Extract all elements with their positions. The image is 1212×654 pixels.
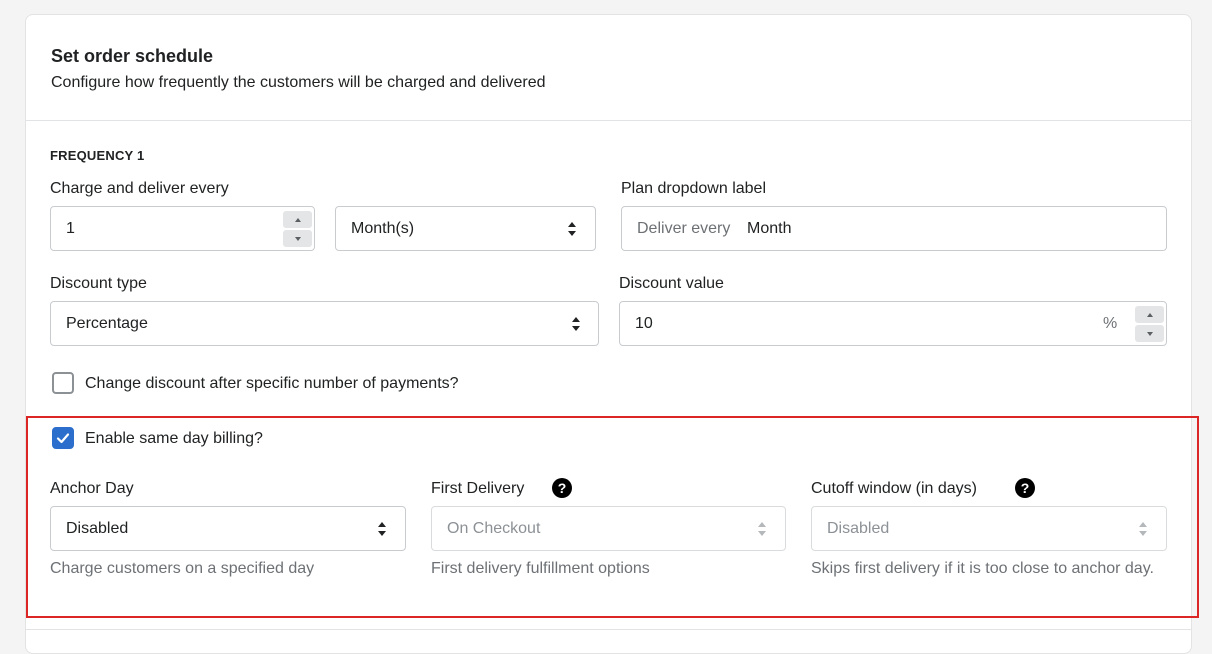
- percent-suffix: %: [1103, 315, 1118, 332]
- first-delivery-select[interactable]: On Checkout: [431, 506, 786, 551]
- anchor-day-select[interactable]: Disabled: [50, 506, 406, 551]
- page-subtitle: Configure how frequently the customers w…: [51, 74, 546, 91]
- discount-value: 10: [635, 315, 653, 332]
- interval-select-value: Month(s): [351, 220, 415, 237]
- discount-type-value: Percentage: [66, 315, 148, 332]
- plan-prefix: Deliver every: [637, 220, 731, 237]
- select-arrows-icon: [568, 222, 577, 236]
- enable-same-day-label: Enable same day billing?: [85, 430, 263, 447]
- charge-quantity-value: 1: [66, 220, 75, 237]
- discount-value-label: Discount value: [619, 275, 724, 292]
- cutoff-window-help: Skips first delivery if it is too close …: [811, 560, 1154, 577]
- charge-label: Charge and deliver every: [50, 180, 229, 197]
- frequency-section-label: FREQUENCY 1: [50, 148, 145, 163]
- plan-label: Plan dropdown label: [621, 180, 766, 197]
- stepper-down-button[interactable]: [283, 230, 312, 247]
- stepper-down-button[interactable]: [1135, 325, 1164, 342]
- cutoff-window-value: Disabled: [827, 520, 890, 537]
- checkmark-icon: [56, 433, 70, 444]
- first-delivery-label: First Delivery: [431, 480, 525, 497]
- stepper-up-button[interactable]: [1135, 306, 1164, 323]
- discount-type-select[interactable]: Percentage: [50, 301, 599, 346]
- discount-value-input[interactable]: 10 %: [619, 301, 1167, 346]
- plan-value: Month: [747, 220, 792, 237]
- page-title: Set order schedule: [51, 46, 214, 66]
- anchor-day-label: Anchor Day: [50, 480, 134, 497]
- plan-label-input[interactable]: Deliver every Month: [621, 206, 1167, 251]
- select-arrows-icon: [572, 317, 581, 331]
- select-arrows-icon: [758, 522, 767, 536]
- cutoff-window-select[interactable]: Disabled: [811, 506, 1167, 551]
- anchor-day-help: Charge customers on a specified day: [50, 560, 315, 577]
- interval-select[interactable]: Month(s): [335, 206, 596, 251]
- change-discount-label: Change discount after specific number of…: [85, 375, 459, 392]
- stepper-arrows-icon: [1135, 304, 1164, 343]
- charge-quantity-stepper[interactable]: 1: [50, 206, 315, 251]
- first-delivery-help: First delivery fulfillment options: [431, 560, 650, 577]
- card-header: Set order schedule Configure how frequen…: [26, 15, 1191, 121]
- select-arrows-icon: [1139, 522, 1148, 536]
- question-circle-icon[interactable]: ?: [552, 478, 572, 498]
- anchor-day-value: Disabled: [66, 520, 129, 537]
- change-discount-checkbox[interactable]: [52, 372, 74, 394]
- bottom-divider: [26, 629, 1191, 630]
- stepper-up-button[interactable]: [283, 211, 312, 228]
- question-circle-icon[interactable]: ?: [1015, 478, 1035, 498]
- select-arrows-icon: [378, 522, 387, 536]
- cutoff-window-label: Cutoff window (in days): [811, 480, 977, 497]
- stepper-arrows-icon: [283, 209, 312, 248]
- discount-type-label: Discount type: [50, 275, 147, 292]
- first-delivery-value: On Checkout: [447, 520, 541, 537]
- enable-same-day-checkbox[interactable]: [52, 427, 74, 449]
